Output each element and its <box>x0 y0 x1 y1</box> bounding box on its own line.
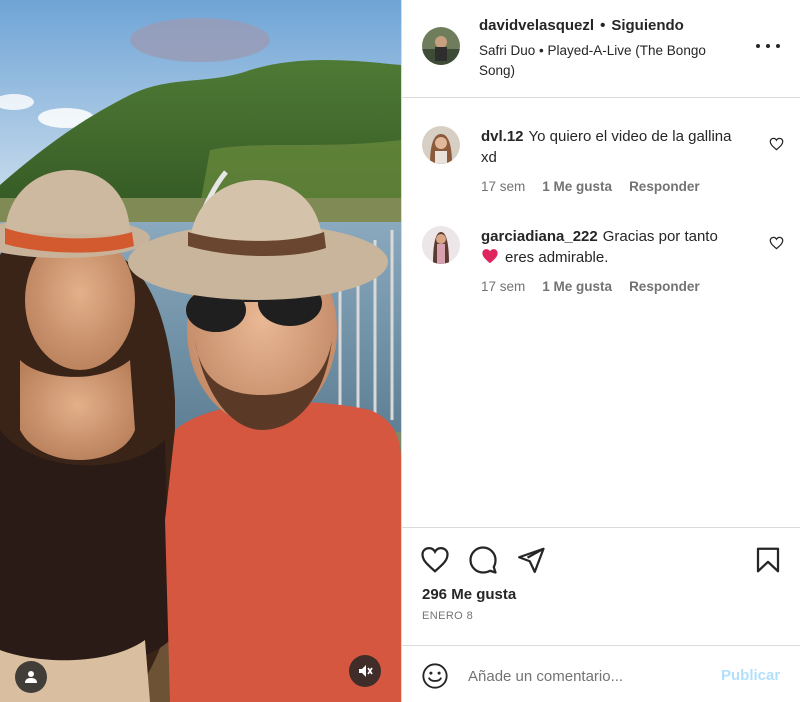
reply-button[interactable]: Responder <box>629 179 700 194</box>
likes-count[interactable]: 296 Me gusta <box>422 586 516 603</box>
red-heart-emoji-icon <box>482 249 498 264</box>
comment-time: 17 sem <box>481 179 526 194</box>
bookmark-icon[interactable] <box>753 545 783 575</box>
speaker-muted-icon <box>359 665 373 677</box>
author-avatar[interactable] <box>422 27 460 65</box>
emoji-smile-icon[interactable] <box>421 662 449 690</box>
more-options-icon[interactable] <box>756 36 780 56</box>
selfie-photo <box>0 0 401 702</box>
comment-meta: 17 sem 1 Me gusta Responder <box>481 279 717 294</box>
add-comment-bar: Publicar <box>402 645 800 702</box>
audio-track-link[interactable]: Safri Duo • Played-A-Live (The Bongo Son… <box>479 41 729 81</box>
tagged-users-button[interactable] <box>15 661 47 693</box>
commenter-avatar[interactable] <box>422 126 460 164</box>
commenter-username[interactable]: dvl.12 <box>481 128 524 145</box>
comment-input[interactable] <box>468 664 708 688</box>
post-side-panel: davidvelasquezl • Siguiendo Safri Duo • Pl… <box>401 0 800 702</box>
comment-body-end: eres admirable. <box>505 249 609 266</box>
comment-text: dvl.12 Yo quiero el video de la gallina x… <box>481 126 751 168</box>
paper-plane-icon[interactable] <box>516 545 546 575</box>
comment-likes[interactable]: 1 Me gusta <box>542 179 612 194</box>
following-button[interactable]: Siguiendo <box>611 17 684 34</box>
commenter-avatar[interactable] <box>422 226 460 264</box>
separator-dot: • <box>600 17 606 34</box>
heart-outline-icon[interactable] <box>420 545 450 575</box>
reply-button[interactable]: Responder <box>629 279 700 294</box>
mute-audio-button[interactable] <box>349 655 381 687</box>
comment-time: 17 sem <box>481 279 526 294</box>
comment-likes[interactable]: 1 Me gusta <box>542 279 612 294</box>
comment-like-icon[interactable] <box>769 137 784 151</box>
comment-meta: 17 sem 1 Me gusta Responder <box>481 179 717 194</box>
commenter-username[interactable]: garciadiana_222 <box>481 228 598 245</box>
user-icon <box>25 671 37 683</box>
comment-like-icon[interactable] <box>769 236 784 250</box>
comment-body-start: Gracias por tanto <box>602 228 718 245</box>
post-photo[interactable] <box>0 0 401 702</box>
post-date: ENERO 8 <box>422 610 474 622</box>
post-header: davidvelasquezl • Siguiendo Safri Duo • Pl… <box>402 0 800 98</box>
author-username[interactable]: davidvelasquezl <box>479 17 594 34</box>
comments-list: dvl.12 Yo quiero el video de la gallina x… <box>402 99 800 527</box>
comment-text: garciadiana_222 Gracias por tanto eres adm… <box>481 226 751 268</box>
author-line: davidvelasquezl • Siguiendo <box>479 17 684 34</box>
comment-bubble-icon[interactable] <box>468 545 498 575</box>
publish-button[interactable]: Publicar <box>721 667 780 684</box>
post-actions: 296 Me gusta ENERO 8 <box>402 527 800 645</box>
